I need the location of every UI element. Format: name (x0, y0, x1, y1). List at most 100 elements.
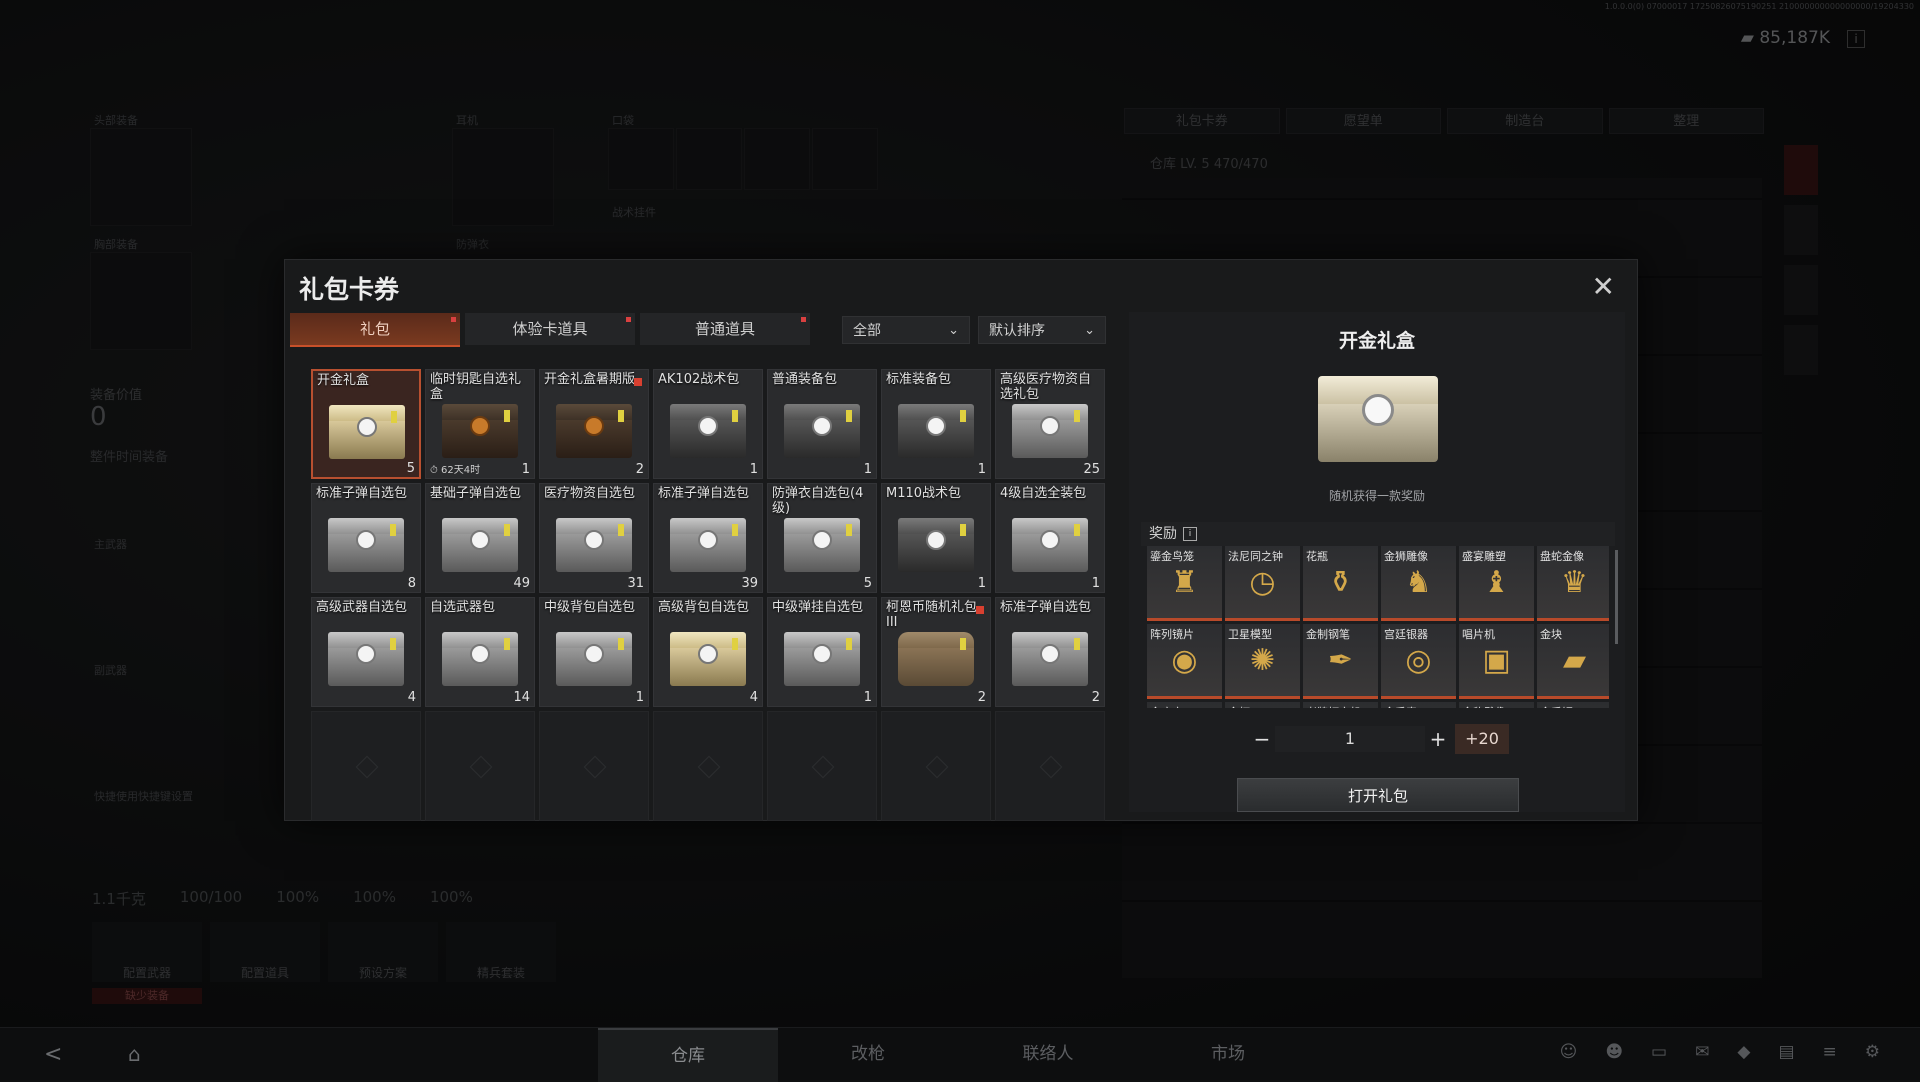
vase-icon: ⚱ (1327, 565, 1354, 601)
reward-item[interactable]: 金豹雕像◆ (1459, 702, 1534, 708)
notification-dot (451, 317, 456, 322)
item-slot[interactable]: 中级背包自选包 1 (539, 597, 649, 707)
gift-box-icon (1012, 632, 1088, 686)
gift-box-icon (329, 405, 405, 459)
increase-button[interactable]: + (1425, 726, 1451, 752)
item-count: 5 (863, 576, 872, 591)
item-count: 1 (977, 576, 986, 591)
sort-dropdown[interactable]: 默认排序 ⌄ (978, 316, 1106, 344)
add-20-button[interactable]: +20 (1455, 724, 1509, 754)
reward-item[interactable]: 老牌打字机◆ (1303, 702, 1378, 708)
item-slot[interactable]: 临时钥匙自选礼盒 ⏱ 62天4时 1 (425, 369, 535, 479)
friends-icon[interactable]: ☺ (1560, 1042, 1578, 1062)
rewards-scrollbar[interactable] (1615, 550, 1618, 644)
item-grid: 开金礼盒 5 临时钥匙自选礼盒 ⏱ 62天4时 1 开金礼盒暑期版 2 AK102战术包 1 普通… (311, 369, 1105, 821)
back-icon[interactable]: < (44, 1042, 62, 1067)
reward-item[interactable]: 鎏金鸟笼 ♜ (1147, 546, 1222, 621)
emblem-icon (926, 416, 946, 436)
item-count: 1 (863, 462, 872, 477)
empty-slot (653, 711, 763, 821)
tab-gift-packs[interactable]: 礼包 (290, 313, 460, 347)
emblem-icon (584, 416, 604, 436)
item-slot[interactable]: 防弹衣自选包(4级) 5 (767, 483, 877, 593)
tab-trial-cards[interactable]: 体验卡道具 (465, 313, 635, 345)
item-slot[interactable]: 自选武器包 14 (425, 597, 535, 707)
item-slot[interactable]: 开金礼盒 5 (311, 369, 421, 479)
reward-item[interactable]: 盛宴雕塑 ♝ (1459, 546, 1534, 621)
item-slot[interactable]: 标准子弹自选包 8 (311, 483, 421, 593)
empty-slot (311, 711, 421, 821)
quantity-stepper: − 1 + +20 (1249, 724, 1509, 754)
team-icon[interactable]: ☻ (1605, 1042, 1623, 1062)
reward-item[interactable]: 宫廷银器 ◎ (1381, 624, 1456, 699)
reward-item[interactable]: 花瓶 ⚱ (1303, 546, 1378, 621)
nav-tab-gunsmith[interactable]: 改枪 (778, 1028, 958, 1080)
filter-dropdown[interactable]: 全部 ⌄ (842, 316, 970, 344)
reward-item[interactable]: 盘蛇金像 ♛ (1537, 546, 1609, 621)
close-icon[interactable]: ✕ (1592, 272, 1615, 302)
chat-icon[interactable]: ▭ (1651, 1042, 1667, 1062)
empty-slot (767, 711, 877, 821)
item-count: 1 (1091, 576, 1100, 591)
reward-item[interactable]: 金制钢笔 ✒ (1303, 624, 1378, 699)
item-slot[interactable]: 标准装备包 1 (881, 369, 991, 479)
home-icon[interactable]: ⌂ (128, 1042, 141, 1066)
rewards-grid: 鎏金鸟笼 ♜ 法尼同之钟 ◷ 花瓶 ⚱ 金狮雕像 ♞ 盛宴雕塑 ♝ 盘蛇金像 ♛ 阵列镜片 ◉ 卫星模型 ✺ 金… (1147, 546, 1609, 708)
menu-icon[interactable]: ≡ (1823, 1042, 1837, 1062)
task-icon[interactable]: ▤ (1778, 1042, 1794, 1062)
item-name: M110战术包 (886, 486, 962, 501)
item-slot[interactable]: 4级自选全装包 1 (995, 483, 1105, 593)
new-badge (634, 378, 642, 386)
item-slot[interactable]: 高级背包自选包 4 (653, 597, 763, 707)
item-slot[interactable]: 普通装备包 1 (767, 369, 877, 479)
box-tag (732, 638, 738, 650)
decrease-button[interactable]: − (1249, 726, 1275, 752)
item-name: 标准装备包 (886, 372, 952, 387)
reward-item[interactable]: 金杯◆ (1225, 702, 1300, 708)
reward-name: 盘蛇金像 (1540, 550, 1584, 563)
notice-icon[interactable]: ◆ (1737, 1042, 1750, 1062)
mail-icon[interactable]: ✉ (1695, 1042, 1709, 1062)
nav-tab-contacts[interactable]: 联络人 (958, 1028, 1138, 1080)
quantity-input[interactable]: 1 (1275, 726, 1425, 752)
tab-label: 普通道具 (694, 320, 755, 338)
nav-tab-market[interactable]: 市场 (1138, 1028, 1318, 1080)
emblem-icon (470, 530, 490, 550)
item-slot[interactable]: 标准子弹自选包 2 (995, 597, 1105, 707)
item-slot[interactable]: 标准子弹自选包 39 (653, 483, 763, 593)
reward-item[interactable]: 唱片机 ▣ (1459, 624, 1534, 699)
reward-item[interactable]: 金狮雕像 ♞ (1381, 546, 1456, 621)
reward-item[interactable]: 金手表◆ (1381, 702, 1456, 708)
reward-item[interactable]: 卫星模型 ✺ (1225, 624, 1300, 699)
reward-item[interactable]: 法尼同之钟 ◷ (1225, 546, 1300, 621)
silver-plate-icon: ◎ (1405, 643, 1432, 679)
nav-tab-warehouse[interactable]: 仓库 (598, 1028, 778, 1082)
item-slot[interactable]: 柯恩币随机礼包III 2 (881, 597, 991, 707)
item-slot[interactable]: 开金礼盒暑期版 2 (539, 369, 649, 479)
sort-value: 默认排序 (989, 323, 1045, 339)
empty-slot (425, 711, 535, 821)
birdcage-icon: ♜ (1171, 565, 1198, 601)
open-gift-button[interactable]: 打开礼包 (1237, 778, 1519, 812)
reward-item[interactable]: 金手镯◆ (1537, 702, 1609, 708)
settings-icon[interactable]: ⚙ (1865, 1042, 1880, 1062)
reward-item[interactable]: 金块 ▰ (1537, 624, 1609, 699)
tab-normal-items[interactable]: 普通道具 (640, 313, 810, 345)
item-slot[interactable]: 基础子弹自选包 49 (425, 483, 535, 593)
emblem-icon (357, 417, 377, 437)
item-slot[interactable]: AK102战术包 1 (653, 369, 763, 479)
box-tag (618, 638, 624, 650)
item-slot[interactable]: 高级武器自选包 4 (311, 597, 421, 707)
gift-box-icon (556, 632, 632, 686)
reward-item[interactable]: 金座方...◆ (1147, 702, 1222, 708)
item-slot[interactable]: 高级医疗物资自选礼包 25 (995, 369, 1105, 479)
reward-item[interactable]: 阵列镜片 ◉ (1147, 624, 1222, 699)
info-icon[interactable]: i (1183, 527, 1197, 541)
item-slot[interactable]: 医疗物资自选包 31 (539, 483, 649, 593)
emblem-icon (1362, 394, 1394, 426)
emblem-icon (698, 416, 718, 436)
item-slot[interactable]: 中级弹挂自选包 1 (767, 597, 877, 707)
gift-box-icon (1012, 404, 1088, 458)
item-slot[interactable]: M110战术包 1 (881, 483, 991, 593)
reward-name: 金手镯 (1540, 704, 1573, 708)
